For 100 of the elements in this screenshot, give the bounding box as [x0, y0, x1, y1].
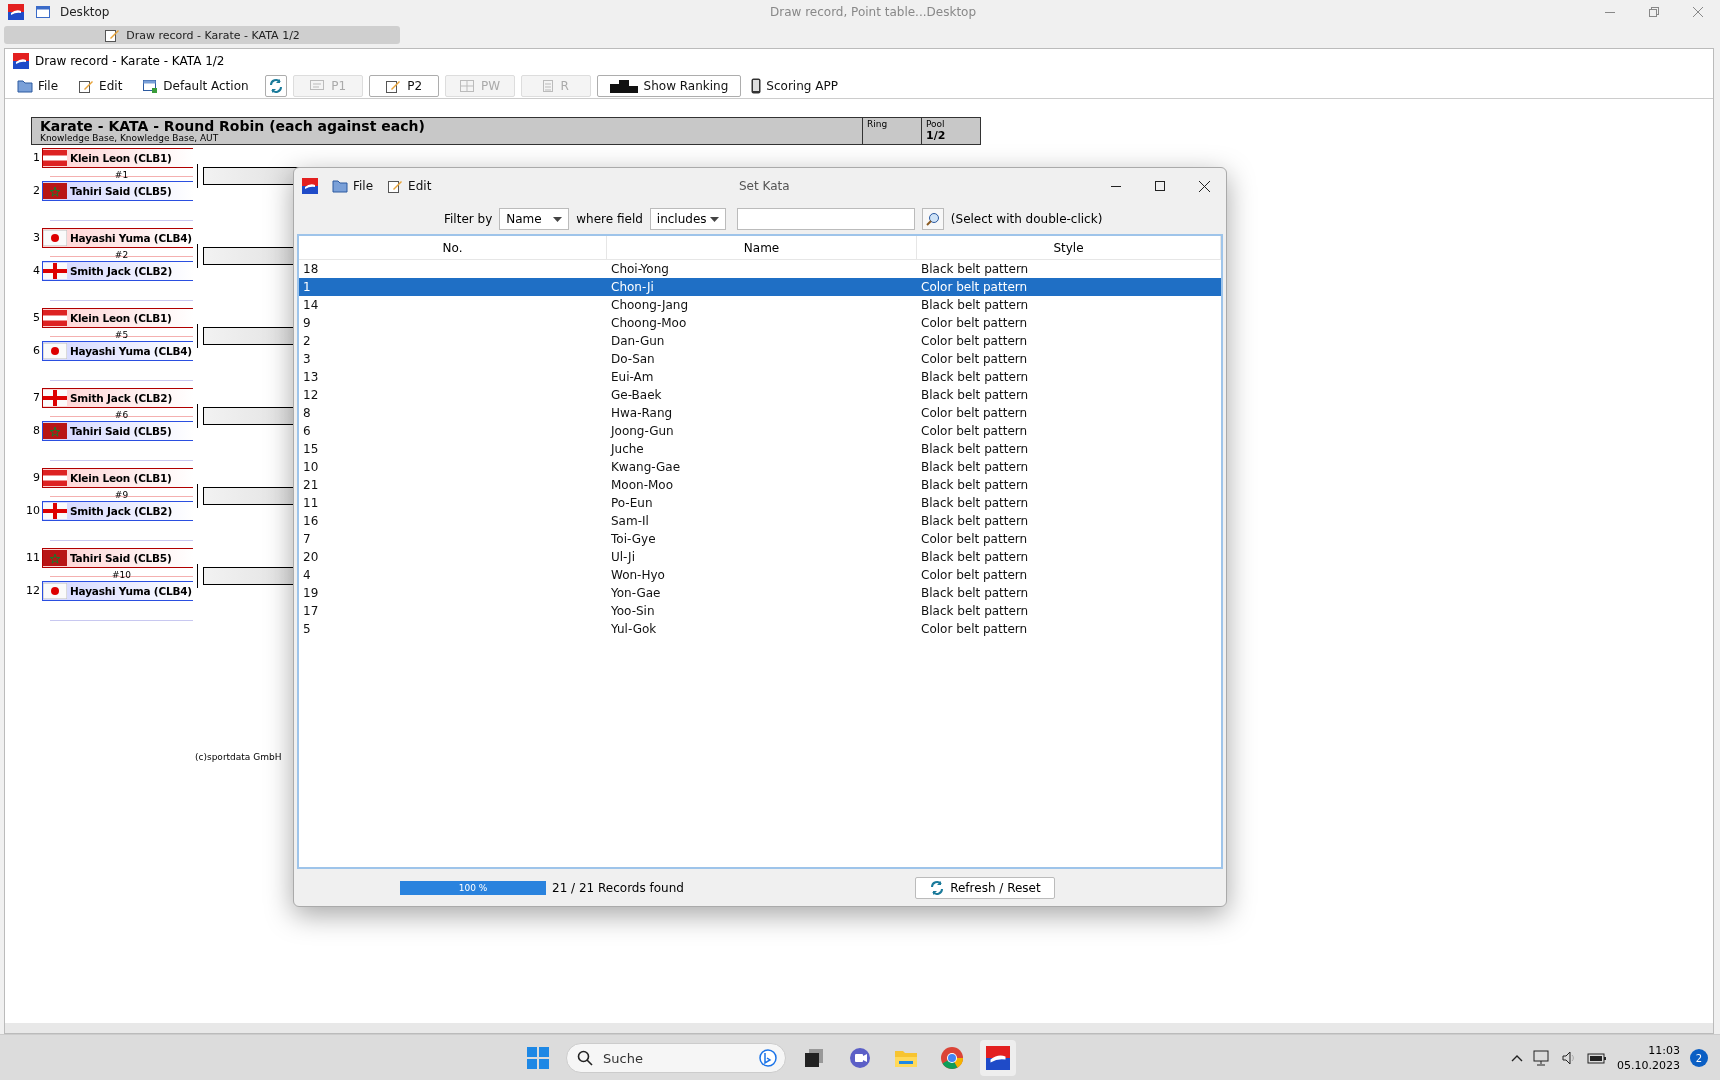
browser-icon[interactable] [940, 1046, 964, 1070]
column-header[interactable]: Name [607, 236, 917, 259]
toolbar-button[interactable]: P2 [368, 74, 439, 97]
competitor-name: Klein Leon (CLB1) [70, 471, 172, 484]
column-header[interactable]: No. [299, 236, 607, 259]
list-row[interactable]: 14 Choong-Jang Black belt pattern [299, 296, 1221, 314]
stacked-squares-icon[interactable] [803, 1047, 825, 1069]
england-flag-icon [43, 502, 67, 519]
network-icon[interactable] [1533, 1050, 1551, 1066]
table-cell-text: Choi-Yong [610, 261, 670, 278]
draw-title: Karate - KATA - Round Robin (each against each) [40, 119, 426, 133]
list-row[interactable]: 12 Ge-Baek Black belt pattern [299, 386, 1221, 404]
list-row[interactable]: 7 Toi-Gye Color belt pattern [299, 530, 1221, 548]
operator-dropdown[interactable]: includes [649, 208, 726, 230]
app-logo-icon [302, 178, 318, 194]
taskbar-app-button[interactable] [980, 1040, 1016, 1076]
competitor-name: Klein Leon (CLB1) [70, 311, 172, 324]
speaker-icon[interactable] [1561, 1050, 1577, 1066]
search-field[interactable]: Suche [601, 1049, 751, 1067]
table-cell-text: 18 [302, 261, 320, 278]
list-row[interactable]: 5 Yul-Gok Color belt pattern [299, 620, 1221, 638]
list-row[interactable]: 4 Won-Hyo Color belt pattern [299, 566, 1221, 584]
table-cell-text: Juche [609, 441, 645, 458]
japan-flag-icon [43, 582, 67, 599]
list-row[interactable]: 21 Moon-Moo Black belt pattern [299, 476, 1221, 494]
notification-badge[interactable]: 2 [1690, 1049, 1708, 1067]
list-row[interactable]: 9 Choong-Moo Color belt pattern [299, 314, 1221, 332]
list-row[interactable]: 6 Joong-Gun Color belt pattern [299, 422, 1221, 440]
search-bar[interactable]: Suche [566, 1043, 786, 1073]
table-cell-text: Yoo-Sin [610, 603, 656, 620]
refresh-button[interactable]: Refresh / Reset [914, 876, 1055, 899]
minimize-icon[interactable] [1111, 185, 1121, 187]
morocco-flag-icon [43, 549, 67, 566]
table-cell-text: Won-Hyo [610, 567, 666, 584]
document-tab[interactable]: Draw record - Karate - KATA 1/2 [4, 26, 400, 44]
list-row[interactable]: 2 Dan-Gun Color belt pattern [299, 332, 1221, 350]
list-row[interactable]: 16 Sam-Il Black belt pattern [299, 512, 1221, 530]
table-cell-text: Black belt pattern [920, 513, 1030, 530]
seed-number: 12 [25, 584, 41, 597]
toolbar-menu[interactable]: Default Action [138, 74, 253, 97]
table-cell-text: Black belt pattern [920, 603, 1030, 620]
windows-start-icon[interactable] [527, 1047, 549, 1069]
edit-icon [387, 178, 404, 194]
list-row[interactable]: 13 Eui-Am Black belt pattern [299, 368, 1221, 386]
table-cell-text: 13 [302, 369, 320, 386]
table-cell-text: Choong-Jang [610, 297, 689, 314]
table-cell-text: 11 [302, 495, 320, 512]
list-row[interactable]: 10 Kwang-Gae Black belt pattern [299, 458, 1221, 476]
filter-label: Filter by [444, 212, 493, 226]
toolbar-menu[interactable]: Edit [74, 74, 127, 97]
list-row[interactable]: 15 Juche Black belt pattern [299, 440, 1221, 458]
close-icon[interactable] [1198, 180, 1210, 192]
pool-label: Pool [926, 119, 946, 130]
table-cell-text: Hwa-Rang [610, 405, 674, 422]
match-number: #5 [114, 330, 129, 340]
search-icon [577, 1050, 593, 1066]
table-cell-text: 2 [302, 333, 312, 350]
match-number: #2 [114, 250, 129, 260]
chevron-up-icon[interactable] [1511, 1054, 1523, 1062]
toolbar-menu[interactable]: File [13, 74, 63, 97]
menu-item[interactable]: File [328, 175, 378, 197]
match-number: #6 [114, 410, 129, 420]
video-chat-icon[interactable] [848, 1047, 872, 1069]
list-row[interactable]: 3 Do-San Color belt pattern [299, 350, 1221, 368]
list-row[interactable]: 1 Chon-Ji Color belt pattern [299, 278, 1221, 296]
list-row[interactable]: 18 Choi-Yong Black belt pattern [299, 260, 1221, 278]
list-row[interactable]: 8 Hwa-Rang Color belt pattern [299, 404, 1221, 422]
list-row[interactable]: 20 Ul-Ji Black belt pattern [299, 548, 1221, 566]
restore-icon[interactable] [1649, 7, 1659, 17]
toolbar-menu[interactable]: Scoring APP [747, 74, 842, 97]
seed-number: 11 [25, 551, 41, 564]
column-header[interactable]: Style [917, 236, 1221, 259]
table-cell-text: Joong-Gun [609, 423, 675, 440]
refresh-button[interactable] [264, 74, 287, 97]
folder-icon[interactable] [894, 1048, 918, 1068]
maximize-icon[interactable] [1155, 181, 1165, 191]
pool-value: 1/2 [926, 130, 947, 142]
table-cell-text: 20 [302, 549, 320, 566]
dialog-title: Set Kata [739, 179, 790, 193]
window-caption: Draw record, Point table...Desktop [770, 5, 977, 19]
filter-input[interactable] [736, 208, 915, 230]
table-cell-text: Color belt pattern [920, 423, 1029, 440]
toolbar-button[interactable]: Show Ranking [596, 74, 742, 97]
morocco-flag-icon [43, 422, 67, 439]
table-cell-text: 21 [302, 477, 320, 494]
battery-icon[interactable] [1587, 1051, 1607, 1065]
field-dropdown[interactable]: Name [499, 208, 570, 230]
table-cell-text: Color belt pattern [920, 621, 1029, 638]
list-row[interactable]: 11 Po-Eun Black belt pattern [299, 494, 1221, 512]
seed-number: 8 [32, 424, 41, 437]
clock[interactable]: 11:03 05.10.2023 [1617, 1043, 1680, 1073]
search-button[interactable] [921, 208, 944, 230]
table-cell-text: 1 [302, 279, 312, 296]
table-cell-text: Color belt pattern [920, 333, 1029, 350]
list-row[interactable]: 19 Yon-Gae Black belt pattern [299, 584, 1221, 602]
menu-item[interactable]: Edit [383, 175, 436, 197]
table-cell-text: Color belt pattern [920, 567, 1029, 584]
list-row[interactable]: 17 Yoo-Sin Black belt pattern [299, 602, 1221, 620]
competitor-name: Tahiri Said (CLB5) [70, 424, 172, 437]
table-cell-text: 17 [302, 603, 320, 620]
